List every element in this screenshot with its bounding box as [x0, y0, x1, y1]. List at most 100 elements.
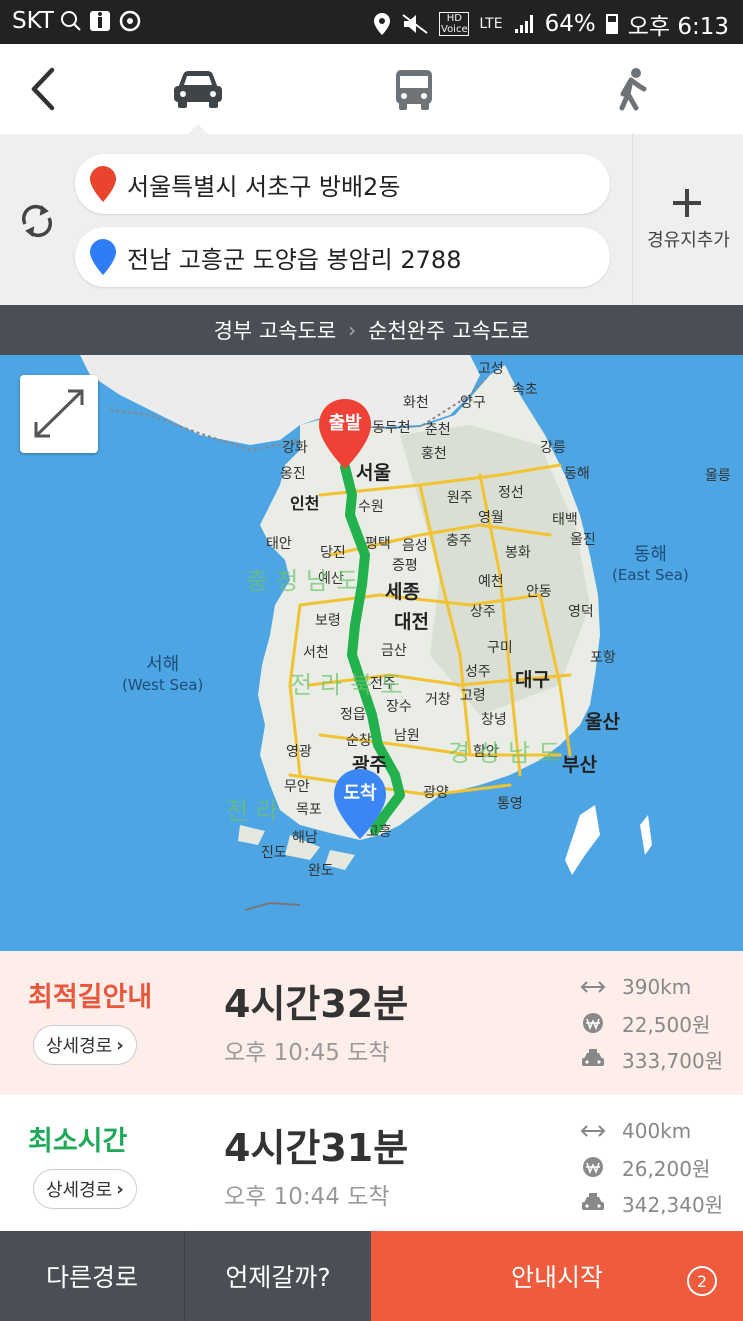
map-label: 봉화: [505, 545, 531, 561]
map-label: 울진: [570, 532, 596, 548]
swap-icon[interactable]: [16, 200, 58, 242]
when-to-go-button[interactable]: 언제갈까?: [185, 1231, 371, 1321]
carrier-label: SKT: [12, 8, 54, 34]
route-arrival: 오후 10:44 도착: [224, 1184, 390, 1210]
map-label: 동해: [633, 544, 667, 565]
map-label: 서천: [303, 645, 329, 661]
map-label: 원주: [447, 490, 473, 506]
other-routes-button[interactable]: 다른경로: [0, 1231, 185, 1321]
battery-icon: [605, 14, 618, 34]
map-label: 포항: [590, 650, 616, 666]
route-option-fastest[interactable]: 최소시간 상세경로 › 4시간31분 오후 10:44 도착 400km 26,…: [0, 1095, 743, 1239]
origin-field[interactable]: 서울특별시 서초구 방배2동: [75, 154, 610, 214]
walk-icon[interactable]: [604, 66, 664, 114]
destination-text: 전남 고흥군 도양읍 봉암리 2788: [127, 245, 462, 274]
toll-stat: 26,200원: [578, 1149, 723, 1185]
map-label: 안동: [526, 584, 552, 600]
car-icon[interactable]: [168, 66, 228, 114]
map-label: (East Sea): [612, 566, 689, 584]
map-label: 옹진: [280, 466, 306, 482]
map-label: 거창: [425, 692, 451, 708]
detail-route-button[interactable]: 상세경로 ›: [33, 1025, 137, 1065]
detail-route-button[interactable]: 상세경로 ›: [33, 1169, 137, 1209]
route-input-panel: 서울특별시 서초구 방배2동 전남 고흥군 도양읍 봉암리 2788 경유지추가: [0, 134, 743, 305]
map-label: 동해: [564, 466, 590, 482]
route-option-optimal[interactable]: 최적길안내 상세경로 › 4시간32분 오후 10:45 도착 390km 22…: [0, 951, 743, 1095]
location-icon: [374, 13, 391, 35]
start-marker[interactable]: 출발: [317, 397, 373, 471]
clock: 오후 6:13: [627, 14, 729, 40]
map-label: 음성: [402, 538, 428, 554]
map-label: 광양: [423, 785, 449, 801]
expand-icon: [34, 389, 84, 438]
map-label: 통영: [497, 796, 523, 812]
map-label: 해남: [292, 830, 318, 846]
status-icons-right: HD Voice LTE 64% 오후 6:13: [373, 7, 729, 41]
map-label: 정선: [498, 485, 524, 501]
map-label: 고성: [478, 361, 504, 377]
map-label: 목포: [296, 802, 322, 818]
other-routes-label: 다른경로: [45, 1263, 138, 1292]
taxi-stat: 333,700원: [578, 1041, 723, 1077]
origin-text: 서울특별시 서초구 방배2동: [127, 172, 401, 201]
map-label: 서해: [146, 654, 180, 675]
map-label: 순창: [346, 733, 372, 749]
end-marker[interactable]: 도착: [332, 767, 388, 841]
region-label: 전라북도: [290, 671, 411, 699]
hd-voice-label: HD Voice: [439, 12, 470, 36]
status-bar: SKT HD Voice LTE 64% 오후 6:13: [0, 0, 743, 44]
taxi-stat: 342,340원: [578, 1185, 723, 1221]
chevron-right-icon: ›: [116, 1034, 124, 1056]
route-duration: 4시간32분: [224, 982, 409, 1026]
map-label: 울산: [585, 711, 620, 733]
map-label: 진도: [261, 845, 287, 861]
start-marker-label: 출발: [328, 413, 362, 434]
region-label: 경상남도: [448, 739, 569, 767]
start-guidance-button[interactable]: 안내시작 2: [371, 1231, 743, 1321]
east-sea-label: 동해 (East Sea): [612, 545, 689, 585]
route-duration: 4시간31분: [224, 1126, 409, 1170]
origin-pin-icon: [90, 166, 116, 202]
network-label: LTE: [479, 16, 503, 32]
map-label: 인천: [290, 494, 320, 513]
map-label: 성주: [465, 664, 491, 680]
map-label: 화천: [403, 395, 429, 411]
taxi-icon: [578, 1191, 608, 1215]
region-label: 충청남도: [246, 567, 367, 595]
route-stats: 400km 26,200원 342,340원: [578, 1113, 723, 1221]
plus-icon: [673, 189, 701, 217]
distance-stat: 390km: [578, 969, 723, 1005]
destination-field[interactable]: 전남 고흥군 도양읍 봉암리 2788: [75, 227, 610, 287]
map-view[interactable]: 고성 속초 화천 양구 동두천 춘천 강화 홍천 강릉 옹진 서울 동해 울릉 …: [0, 355, 743, 951]
map-label: 보령: [315, 613, 341, 629]
map-label: 증평: [392, 558, 418, 574]
toll-stat: 22,500원: [578, 1005, 723, 1041]
route-stats: 390km 22,500원 333,700원: [578, 969, 723, 1077]
route-option-name: 최적길안내: [28, 982, 153, 1013]
map-label: 당진: [320, 545, 346, 561]
add-waypoint-button[interactable]: 경유지추가: [632, 134, 743, 305]
distance-stat: 400km: [578, 1113, 723, 1149]
map-label: 양구: [460, 395, 486, 411]
distance-value: 390km: [622, 975, 692, 999]
expand-map-button[interactable]: [20, 375, 98, 453]
status-icons-left: [60, 8, 146, 40]
map-label: 구미: [487, 640, 513, 656]
chevron-left-icon[interactable]: [24, 64, 64, 114]
distance-value: 400km: [622, 1119, 692, 1143]
map-label: 대구: [515, 669, 550, 691]
map-label: 춘천: [425, 422, 451, 438]
map-label: 동두천: [372, 420, 411, 436]
map-label: 홍천: [421, 446, 447, 462]
detail-route-label: 상세경로: [46, 1180, 113, 1201]
taxi-fare-value: 342,340원: [622, 1192, 724, 1217]
map-label: 완도: [308, 863, 334, 879]
map-label: 영덕: [568, 604, 594, 620]
route-segment-1: 경부 고속도로: [213, 319, 337, 343]
route-arrival: 오후 10:45 도착: [224, 1040, 390, 1066]
bus-icon[interactable]: [384, 66, 444, 114]
route-option-name: 최소시간: [28, 1126, 128, 1157]
chevron-right-icon: ›: [348, 318, 357, 342]
map-label: 세종: [385, 581, 420, 603]
bottom-action-bar: 다른경로 언제갈까? 안내시작 2: [0, 1231, 743, 1321]
